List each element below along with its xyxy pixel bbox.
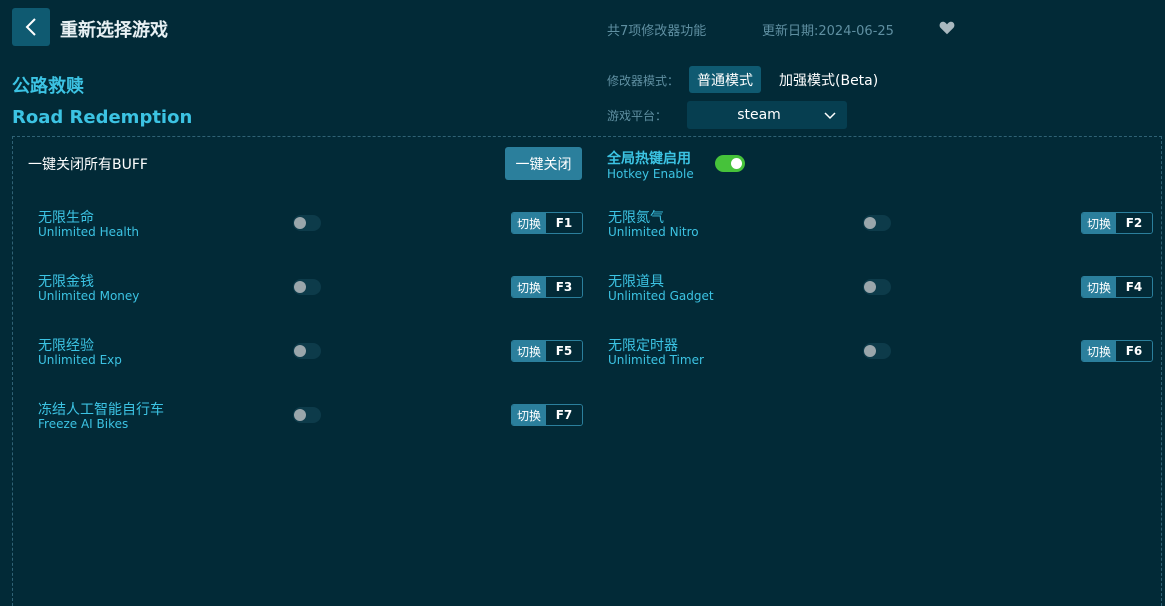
platform-select[interactable]: steam <box>687 101 847 129</box>
mode-normal-button[interactable]: 普通模式 <box>689 66 761 93</box>
hotkey-key: F1 <box>546 213 582 233</box>
hotkey-label-en: Hotkey Enable <box>607 167 694 181</box>
option-toggle[interactable] <box>863 215 891 231</box>
option-label-en: Freeze AI Bikes <box>38 417 129 431</box>
mode-label: 修改器模式： <box>607 74 680 88</box>
option-label-cn: 无限道具 <box>608 274 664 290</box>
option-hotkey[interactable]: 切换 F4 <box>1081 276 1153 298</box>
option-label-en: Unlimited Health <box>38 225 140 239</box>
option-toggle[interactable] <box>293 343 321 359</box>
option-label-en: Unlimited Money <box>38 289 140 303</box>
option-toggle[interactable] <box>293 279 321 295</box>
hotkey-key: F2 <box>1116 213 1152 233</box>
option-toggle[interactable] <box>293 215 321 231</box>
heart-icon[interactable] <box>938 19 956 37</box>
option-toggle[interactable] <box>863 279 891 295</box>
option-hotkey[interactable]: 切换 F3 <box>511 276 583 298</box>
hotkey-key: F7 <box>546 405 582 425</box>
hotkey-label-cn: 全局热键启用 <box>607 151 691 167</box>
disable-all-button[interactable]: 一键关闭 <box>505 147 582 180</box>
option-label-en: Unlimited Timer <box>608 353 704 367</box>
option-label-cn: 无限金钱 <box>38 274 94 290</box>
game-name-cn: 公路救赎 <box>12 76 84 97</box>
option-label-cn: 无限生命 <box>38 210 94 226</box>
chevron-left-icon <box>25 18 36 36</box>
chevron-down-icon <box>824 112 836 120</box>
option-label-en: Unlimited Exp <box>38 353 122 367</box>
option-label-en: Unlimited Nitro <box>608 225 699 239</box>
mode-enhanced-button[interactable]: 加强模式(Beta) <box>772 66 885 93</box>
option-toggle[interactable] <box>863 343 891 359</box>
hotkey-switch-label: 切换 <box>512 341 546 361</box>
option-label-cn: 无限经验 <box>38 338 94 354</box>
game-name-en: Road Redemption <box>12 107 193 128</box>
hotkey-switch-label: 切换 <box>1082 341 1116 361</box>
option-toggle[interactable] <box>293 407 321 423</box>
hotkey-toggle[interactable] <box>715 155 745 172</box>
hotkey-key: F4 <box>1116 277 1152 297</box>
option-label-cn: 无限氮气 <box>608 210 664 226</box>
platform-value: steam <box>737 107 781 123</box>
hotkey-key: F6 <box>1116 341 1152 361</box>
cheat-panel <box>12 136 1162 606</box>
hotkey-switch-label: 切换 <box>1082 213 1116 233</box>
option-label-cn: 冻结人工智能自行车 <box>38 402 164 418</box>
option-hotkey[interactable]: 切换 F5 <box>511 340 583 362</box>
back-button[interactable] <box>12 8 50 46</box>
hotkey-switch-label: 切换 <box>512 213 546 233</box>
option-label-cn: 无限定时器 <box>608 338 678 354</box>
page-title: 重新选择游戏 <box>60 20 168 41</box>
platform-label: 游戏平台： <box>607 109 668 123</box>
hotkey-switch-label: 切换 <box>512 277 546 297</box>
option-hotkey[interactable]: 切换 F7 <box>511 404 583 426</box>
hotkey-switch-label: 切换 <box>1082 277 1116 297</box>
option-hotkey[interactable]: 切换 F1 <box>511 212 583 234</box>
update-date: 更新日期:2024-06-25 <box>762 24 894 39</box>
hotkey-key: F3 <box>546 277 582 297</box>
hotkey-key: F5 <box>546 341 582 361</box>
feature-count: 共7项修改器功能 <box>607 24 707 39</box>
option-hotkey[interactable]: 切换 F6 <box>1081 340 1153 362</box>
hotkey-switch-label: 切换 <box>512 405 546 425</box>
option-label-en: Unlimited Gadget <box>608 289 714 303</box>
disable-all-buff-label: 一键关闭所有BUFF <box>28 157 148 173</box>
option-hotkey[interactable]: 切换 F2 <box>1081 212 1153 234</box>
